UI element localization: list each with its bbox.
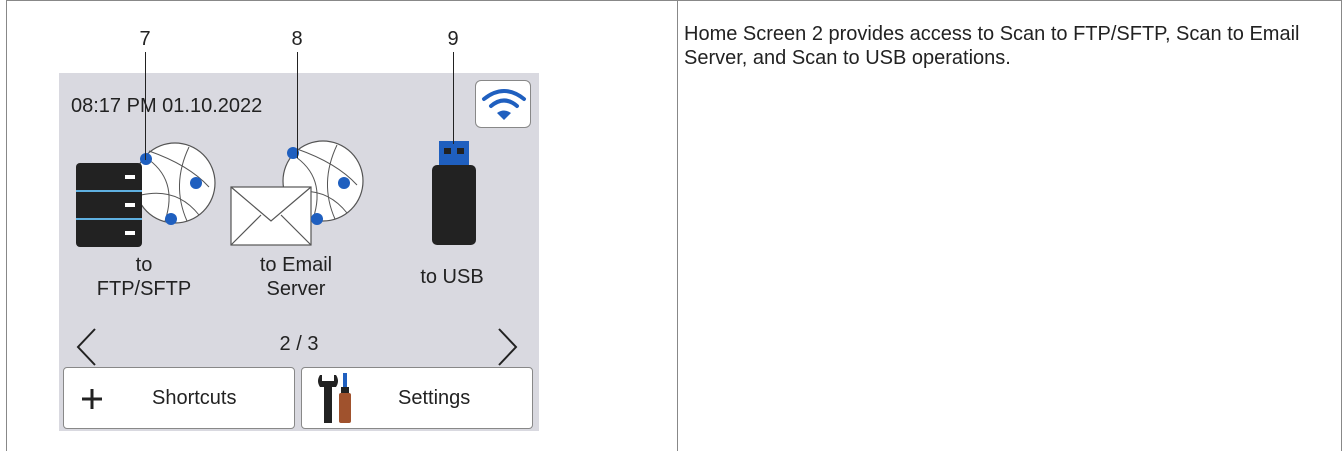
usb-drive-icon bbox=[432, 141, 476, 245]
app-label-line1: to bbox=[135, 254, 153, 276]
app-scan-to-ftp-sftp[interactable]: to FTP/SFTP bbox=[69, 135, 219, 301]
table-border-left bbox=[6, 0, 7, 451]
pager: 2 / 3 bbox=[59, 327, 539, 367]
shortcuts-button[interactable]: Shortcuts bbox=[63, 367, 295, 429]
touchscreen: 08:17 PM 01.10.2022 to FTP/SFTP to Email… bbox=[59, 73, 539, 431]
app-label: to USB bbox=[420, 266, 484, 288]
app-label-line2: Server bbox=[266, 278, 326, 300]
date-time: 08:17 PM 01.10.2022 bbox=[71, 95, 263, 117]
settings-button[interactable]: Settings bbox=[301, 367, 533, 429]
table-border-top bbox=[6, 0, 1341, 1]
chevron-left-icon[interactable] bbox=[75, 327, 97, 367]
description-text: Home Screen 2 provides access to Scan to… bbox=[684, 23, 1300, 69]
page-indicator: 2 / 3 bbox=[279, 333, 319, 355]
table-border-middle bbox=[677, 0, 678, 451]
wifi-icon bbox=[482, 89, 526, 120]
wrench-screwdriver-icon bbox=[318, 373, 351, 423]
app-label-line2: FTP/SFTP bbox=[96, 278, 192, 300]
table-border-right bbox=[1341, 0, 1342, 451]
email-globe-icon bbox=[230, 140, 364, 246]
app-scan-to-usb[interactable]: to USB bbox=[377, 135, 527, 289]
app-label-line1: to Email bbox=[259, 254, 333, 276]
callout-7: 7 bbox=[139, 28, 151, 50]
app-scan-to-email-server[interactable]: to Email Server bbox=[221, 135, 371, 301]
callout-9-line bbox=[453, 52, 454, 144]
callout-8: 8 bbox=[291, 28, 303, 50]
callout-7-line bbox=[145, 52, 146, 160]
callout-8-line bbox=[297, 52, 298, 158]
shortcuts-label: Shortcuts bbox=[152, 387, 237, 409]
server-globe-icon bbox=[76, 142, 216, 247]
plus-icon bbox=[82, 389, 102, 409]
callout-9: 9 bbox=[447, 28, 459, 50]
settings-label: Settings bbox=[398, 387, 471, 409]
chevron-right-icon[interactable] bbox=[497, 327, 519, 367]
wifi-button[interactable] bbox=[475, 80, 531, 128]
